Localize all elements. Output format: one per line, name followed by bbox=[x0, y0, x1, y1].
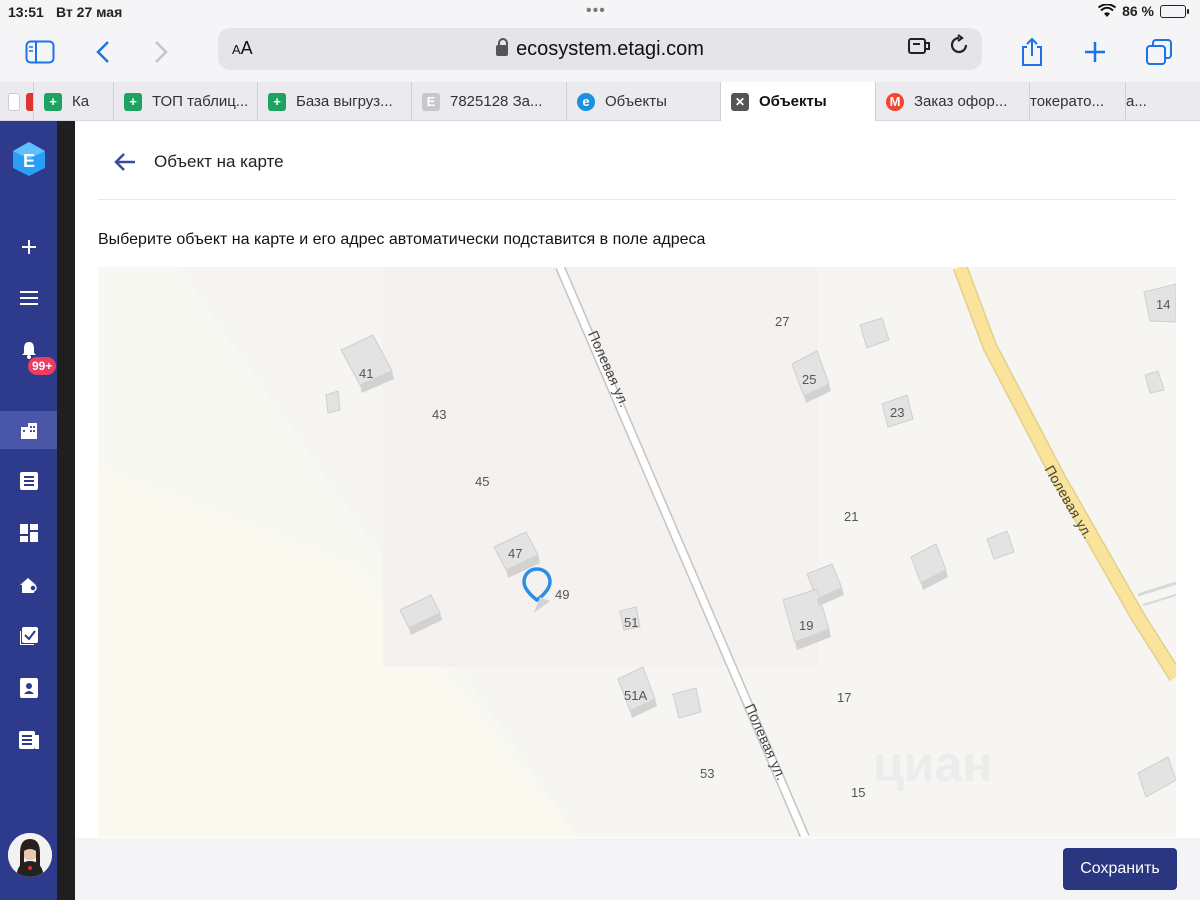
house-number[interactable]: 23 bbox=[890, 405, 904, 420]
tab-6-active[interactable]: ✕ Объекты bbox=[721, 82, 876, 121]
sheet-icon: + bbox=[124, 92, 142, 111]
sidebar-list-icon[interactable] bbox=[0, 462, 57, 500]
app-sidebar: E 99+ bbox=[0, 121, 57, 900]
user-avatar[interactable] bbox=[8, 833, 52, 877]
sidebar-add-icon[interactable] bbox=[0, 228, 57, 266]
house-number[interactable]: 19 bbox=[799, 618, 813, 633]
etagi-logo-icon[interactable]: E bbox=[12, 141, 46, 177]
house-number[interactable]: 53 bbox=[700, 766, 714, 781]
etagi-grey-icon: E bbox=[422, 92, 440, 111]
sidebar-edge bbox=[57, 121, 75, 900]
sidebar-menu-icon[interactable] bbox=[0, 279, 57, 317]
back-arrow-icon[interactable] bbox=[114, 148, 136, 179]
red-favicon-icon bbox=[26, 92, 33, 111]
url-text: ecosystem.etagi.com bbox=[516, 38, 704, 60]
sheet-icon: + bbox=[268, 92, 286, 111]
footer-bar bbox=[75, 838, 1200, 900]
address-bar[interactable]: AA ecosystem.etagi.com bbox=[218, 28, 982, 70]
house-number[interactable]: 14 bbox=[1156, 297, 1170, 312]
house-number[interactable]: 17 bbox=[837, 690, 851, 705]
house-number[interactable]: 49 bbox=[555, 587, 569, 602]
house-number[interactable]: 15 bbox=[851, 785, 865, 800]
house-number[interactable]: 25 bbox=[802, 372, 816, 387]
sidebar-buildings-icon[interactable] bbox=[0, 411, 57, 449]
yandex-icon: М bbox=[886, 92, 904, 111]
page-title: Объект на карте bbox=[154, 152, 284, 171]
tab-7[interactable]: М Заказ офор... bbox=[876, 82, 1030, 121]
etagi-icon: e bbox=[577, 92, 595, 111]
map-canvas bbox=[98, 267, 1176, 837]
back-icon[interactable] bbox=[85, 34, 121, 70]
tab-1[interactable]: + Ка bbox=[34, 82, 114, 121]
reload-icon[interactable] bbox=[948, 34, 970, 62]
sidebar-toggle-icon[interactable] bbox=[22, 34, 58, 70]
new-tab-icon[interactable] bbox=[1077, 34, 1113, 70]
map-view[interactable]: 41 43 45 47 49 51 51А 53 27 25 23 21 19 … bbox=[98, 267, 1176, 837]
status-time: 13:51 bbox=[8, 4, 44, 20]
battery-percent: 86 % bbox=[1122, 3, 1154, 19]
tab-8[interactable]: токерато... bbox=[1030, 82, 1126, 121]
sidebar-dashboard-icon[interactable] bbox=[0, 514, 57, 552]
status-bar: 13:51 Вт 27 мая ••• 86 % bbox=[0, 0, 1200, 24]
house-number[interactable]: 43 bbox=[432, 407, 446, 422]
house-number[interactable]: 45 bbox=[475, 474, 489, 489]
house-number[interactable]: 27 bbox=[775, 314, 789, 329]
house-number[interactable]: 21 bbox=[844, 509, 858, 524]
house-number[interactable]: 51А bbox=[624, 688, 647, 703]
map-pin-icon[interactable] bbox=[522, 567, 552, 615]
tab-2[interactable]: + ТОП таблиц... bbox=[114, 82, 258, 121]
share-icon[interactable] bbox=[1014, 34, 1050, 70]
tab-3[interactable]: + База выгруз... bbox=[258, 82, 412, 121]
house-number[interactable]: 51 bbox=[624, 615, 638, 630]
forward-icon[interactable] bbox=[143, 34, 179, 70]
svg-text:E: E bbox=[23, 151, 35, 171]
battery-icon bbox=[1160, 4, 1189, 18]
page-header: Объект на карте bbox=[98, 130, 1176, 200]
multitask-dots[interactable]: ••• bbox=[586, 2, 606, 20]
save-button[interactable]: Сохранить bbox=[1063, 848, 1177, 890]
map-hint-text: Выберите объект на карте и его адрес авт… bbox=[98, 231, 706, 248]
cian-watermark: циан bbox=[873, 736, 993, 792]
tab-9[interactable]: а... bbox=[1126, 82, 1200, 121]
tab-pinned[interactable] bbox=[0, 82, 34, 121]
browser-toolbar: AA ecosystem.etagi.com bbox=[0, 24, 1200, 82]
tabs-overview-icon[interactable] bbox=[1141, 34, 1177, 70]
house-number[interactable]: 41 bbox=[359, 366, 373, 381]
house-number[interactable]: 47 bbox=[508, 546, 522, 561]
close-icon[interactable]: ✕ bbox=[731, 92, 749, 111]
tab-5[interactable]: e Объекты bbox=[567, 82, 721, 121]
tab-bar: + Ка + ТОП таблиц... + База выгруз... E 7825… bbox=[0, 82, 1200, 121]
sidebar-home-search-icon[interactable] bbox=[0, 566, 57, 604]
notification-badge: 99+ bbox=[28, 357, 57, 375]
flag-icon bbox=[8, 92, 20, 111]
sidebar-news-icon[interactable] bbox=[0, 721, 57, 759]
lock-icon bbox=[496, 38, 509, 56]
wifi-icon bbox=[1098, 4, 1117, 17]
extension-icon[interactable] bbox=[908, 36, 932, 62]
sidebar-contacts-icon[interactable] bbox=[0, 669, 57, 707]
sidebar-tasks-icon[interactable] bbox=[0, 617, 57, 655]
sheet-icon: + bbox=[44, 92, 62, 111]
status-date: Вт 27 мая bbox=[56, 4, 123, 20]
tab-4[interactable]: E 7825128 За... bbox=[412, 82, 567, 121]
